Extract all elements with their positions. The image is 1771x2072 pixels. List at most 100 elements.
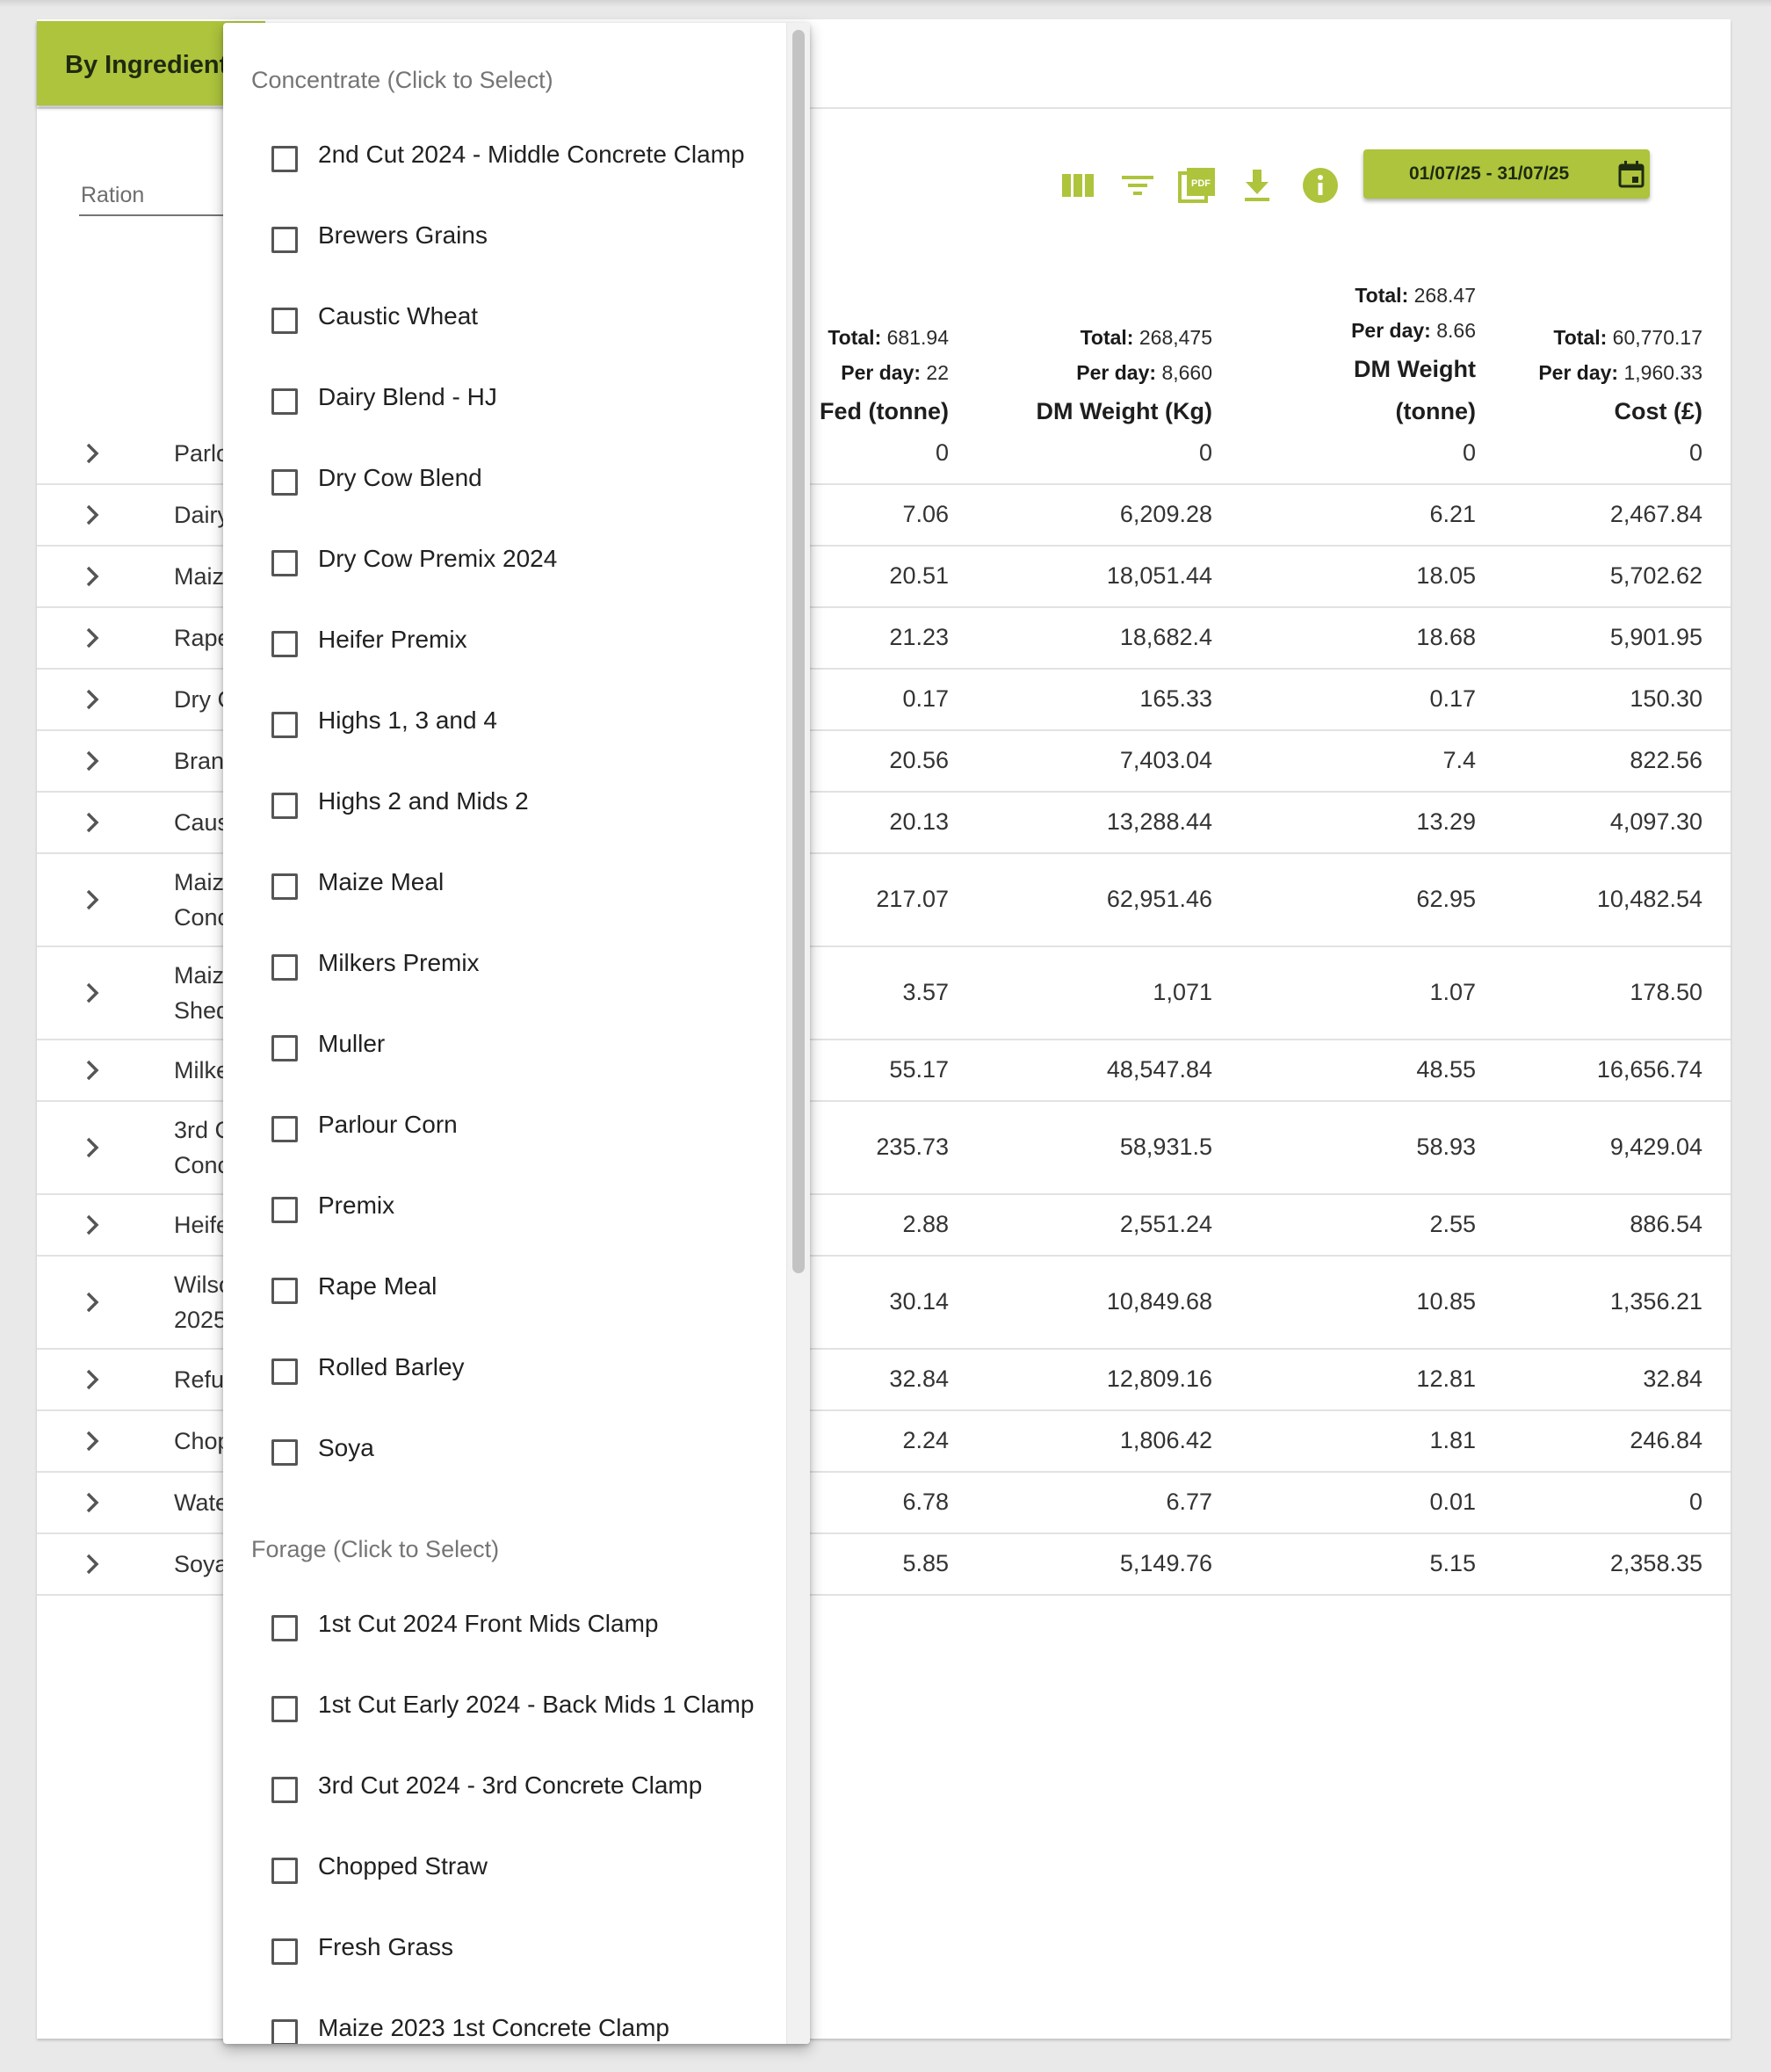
cell-dm-tonne: 7.4 [1442,747,1476,773]
checkbox[interactable] [271,954,298,981]
dropdown-option[interactable]: 2nd Cut 2024 - Middle Concrete Clamp [223,118,785,199]
dropdown-option[interactable]: Dairy Blend - HJ [223,360,785,441]
dropdown-option[interactable]: Rolled Barley [223,1330,785,1411]
cell-dm-kg: 62,951.46 [1106,886,1212,912]
chevron-right-icon[interactable] [83,1134,102,1161]
dropdown-group-title[interactable]: Concentrate (Click to Select) [251,67,553,94]
cell-dm-tonne: 1.07 [1429,979,1476,1005]
checkbox[interactable] [271,1938,298,1965]
dropdown-option[interactable]: Premix [223,1169,785,1250]
cell-dm-tonne: 12.81 [1416,1366,1476,1392]
dropdown-option[interactable]: Highs 1, 3 and 4 [223,684,785,764]
columns-icon[interactable] [1056,163,1100,207]
download-icon[interactable] [1235,163,1279,207]
dropdown-option[interactable]: Chopped Straw [223,1829,785,1910]
checkbox[interactable] [271,388,298,415]
checkbox[interactable] [271,1116,298,1142]
cell-fed-tonne: 0 [935,439,949,466]
checkbox[interactable] [271,793,298,819]
cell-dm-kg: 1,071 [1153,979,1212,1005]
cell-dm-kg: 13,288.44 [1106,808,1212,835]
dropdown-option[interactable]: Milkers Premix [223,926,785,1007]
checkbox[interactable] [271,227,298,253]
cell-dm-tonne: 18.05 [1416,562,1476,589]
filter-icon[interactable] [1116,163,1160,207]
info-icon[interactable] [1298,163,1342,207]
cell-dm-kg: 7,403.04 [1119,747,1212,773]
dropdown-group-title[interactable]: Forage (Click to Select) [251,1536,499,1563]
option-label: 1st Cut 2024 Front Mids Clamp [318,1610,659,1637]
cell-dm-tonne: 18.68 [1416,624,1476,650]
checkbox[interactable] [271,1278,298,1304]
checkbox[interactable] [271,1777,298,1803]
dropdown-option[interactable]: 3rd Cut 2024 - 3rd Concrete Clamp [223,1749,785,1829]
dropdown-option[interactable]: Caustic Wheat [223,279,785,360]
header-dm-tonne[interactable]: Total: 268.47 Per day: 8.66 DM Weight (t… [1351,278,1476,432]
chevron-right-icon[interactable] [83,1212,102,1238]
pdf-icon[interactable]: PDF [1175,163,1219,207]
dropdown-option[interactable]: Dry Cow Premix 2024 [223,522,785,603]
chevron-right-icon[interactable] [83,502,102,528]
checkbox[interactable] [271,308,298,334]
cell-dm-kg: 6.77 [1166,1489,1212,1515]
chevron-right-icon[interactable] [83,1289,102,1315]
chevron-right-icon[interactable] [83,440,102,467]
ingredient-dropdown-menu[interactable]: Concentrate (Click to Select) 2nd Cut 202… [223,23,810,2044]
option-label: Rolled Barley [318,1353,465,1380]
chevron-right-icon[interactable] [83,686,102,713]
dropdown-option[interactable]: 1st Cut Early 2024 - Back Mids 1 Clamp [223,1668,785,1749]
dropdown-option[interactable]: 1st Cut 2024 Front Mids Clamp [223,1587,785,1668]
checkbox[interactable] [271,631,298,657]
chevron-right-icon[interactable] [83,1428,102,1454]
dropdown-option[interactable]: Brewers Grains [223,199,785,279]
dropdown-option[interactable]: Rape Meal [223,1250,785,1330]
dropdown-option[interactable]: Muller [223,1007,785,1088]
cell-fed-tonne: 3.57 [902,979,949,1005]
cell-dm-kg: 18,051.44 [1106,562,1212,589]
header-dm-kg[interactable]: Total: 268,475 Per day: 8,660 DM Weight … [1037,320,1212,432]
chevron-right-icon[interactable] [83,625,102,651]
cell-cost: 4,097.30 [1609,808,1702,835]
dropdown-option[interactable]: Soya [223,1411,785,1492]
dropdown-option[interactable]: Highs 2 and Mids 2 [223,764,785,845]
chevron-right-icon[interactable] [83,1057,102,1083]
chevron-right-icon[interactable] [83,1489,102,1516]
chevron-right-icon[interactable] [83,980,102,1006]
checkbox[interactable] [271,1035,298,1061]
chevron-right-icon[interactable] [83,809,102,836]
dropdown-option[interactable]: Heifer Premix [223,603,785,684]
checkbox[interactable] [271,712,298,738]
date-range-button[interactable]: 01/07/25 - 31/07/25 [1363,149,1650,199]
checkbox[interactable] [271,873,298,900]
dropdown-scrollbar[interactable] [786,23,810,2044]
cell-cost: 886.54 [1630,1211,1702,1237]
checkbox[interactable] [271,2019,298,2044]
dropdown-option[interactable]: Maize Meal [223,845,785,926]
cell-dm-tonne: 10.85 [1416,1288,1476,1315]
scrollbar-thumb[interactable] [792,30,805,1273]
checkbox[interactable] [271,1197,298,1223]
checkbox[interactable] [271,146,298,172]
checkbox[interactable] [271,1615,298,1641]
dropdown-option[interactable]: Parlour Corn [223,1088,785,1169]
checkbox[interactable] [271,550,298,576]
cell-cost: 150.30 [1630,685,1702,712]
checkbox[interactable] [271,1358,298,1385]
dropdown-option[interactable]: Maize 2023 1st Concrete Clamp [223,1991,785,2044]
dropdown-option[interactable]: Fresh Grass [223,1910,785,1991]
checkbox[interactable] [271,1439,298,1466]
cell-fed-tonne: 32.84 [889,1366,949,1392]
header-cost[interactable]: Total: 60,770.17 Per day: 1,960.33 Cost … [1538,320,1702,432]
checkbox[interactable] [271,1858,298,1884]
option-label: Maize 2023 1st Concrete Clamp [318,2014,669,2041]
checkbox[interactable] [271,1696,298,1722]
chevron-right-icon[interactable] [83,887,102,913]
chevron-right-icon[interactable] [83,1366,102,1393]
chevron-right-icon[interactable] [83,748,102,774]
chevron-right-icon[interactable] [83,563,102,590]
option-label: Parlour Corn [318,1111,458,1138]
chevron-right-icon[interactable] [83,1551,102,1577]
dropdown-option[interactable]: Dry Cow Blend [223,441,785,522]
option-label: Muller [318,1030,386,1057]
checkbox[interactable] [271,469,298,496]
